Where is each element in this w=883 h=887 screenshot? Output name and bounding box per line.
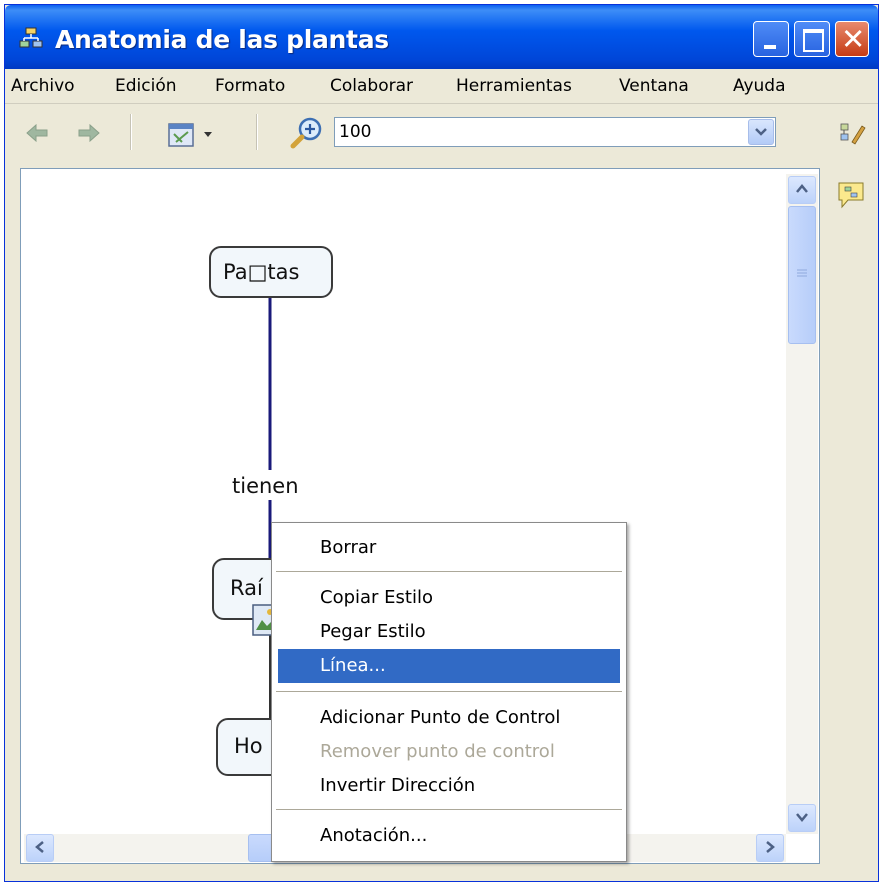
concept-label: Ho: [234, 734, 263, 758]
concept-label: Pa□tas: [223, 260, 300, 284]
menu-separator: [276, 809, 622, 810]
menu-item-linea[interactable]: Línea...: [320, 655, 386, 676]
menu-item-remover-punto[interactable]: Remover punto de control: [320, 741, 555, 762]
menu-item-anotacion[interactable]: Anotación...: [320, 825, 427, 846]
context-menu: Borrar Copiar Estilo Pegar Estilo Línea.…: [271, 522, 627, 862]
menu-separator: [276, 571, 622, 572]
menu-item-borrar[interactable]: Borrar: [320, 537, 376, 558]
concept-label: Raí: [230, 576, 263, 600]
menu-item-copiar-estilo[interactable]: Copiar Estilo: [320, 587, 433, 608]
menu-item-pegar-estilo[interactable]: Pegar Estilo: [320, 621, 426, 642]
concept-node-plantas[interactable]: Pa□tas: [209, 246, 333, 298]
menu-item-invertir-direccion[interactable]: Invertir Dirección: [320, 775, 475, 796]
link-phrase[interactable]: tienen: [232, 474, 299, 498]
menu-separator: [276, 691, 622, 692]
menu-item-adicionar-punto[interactable]: Adicionar Punto de Control: [320, 707, 560, 728]
